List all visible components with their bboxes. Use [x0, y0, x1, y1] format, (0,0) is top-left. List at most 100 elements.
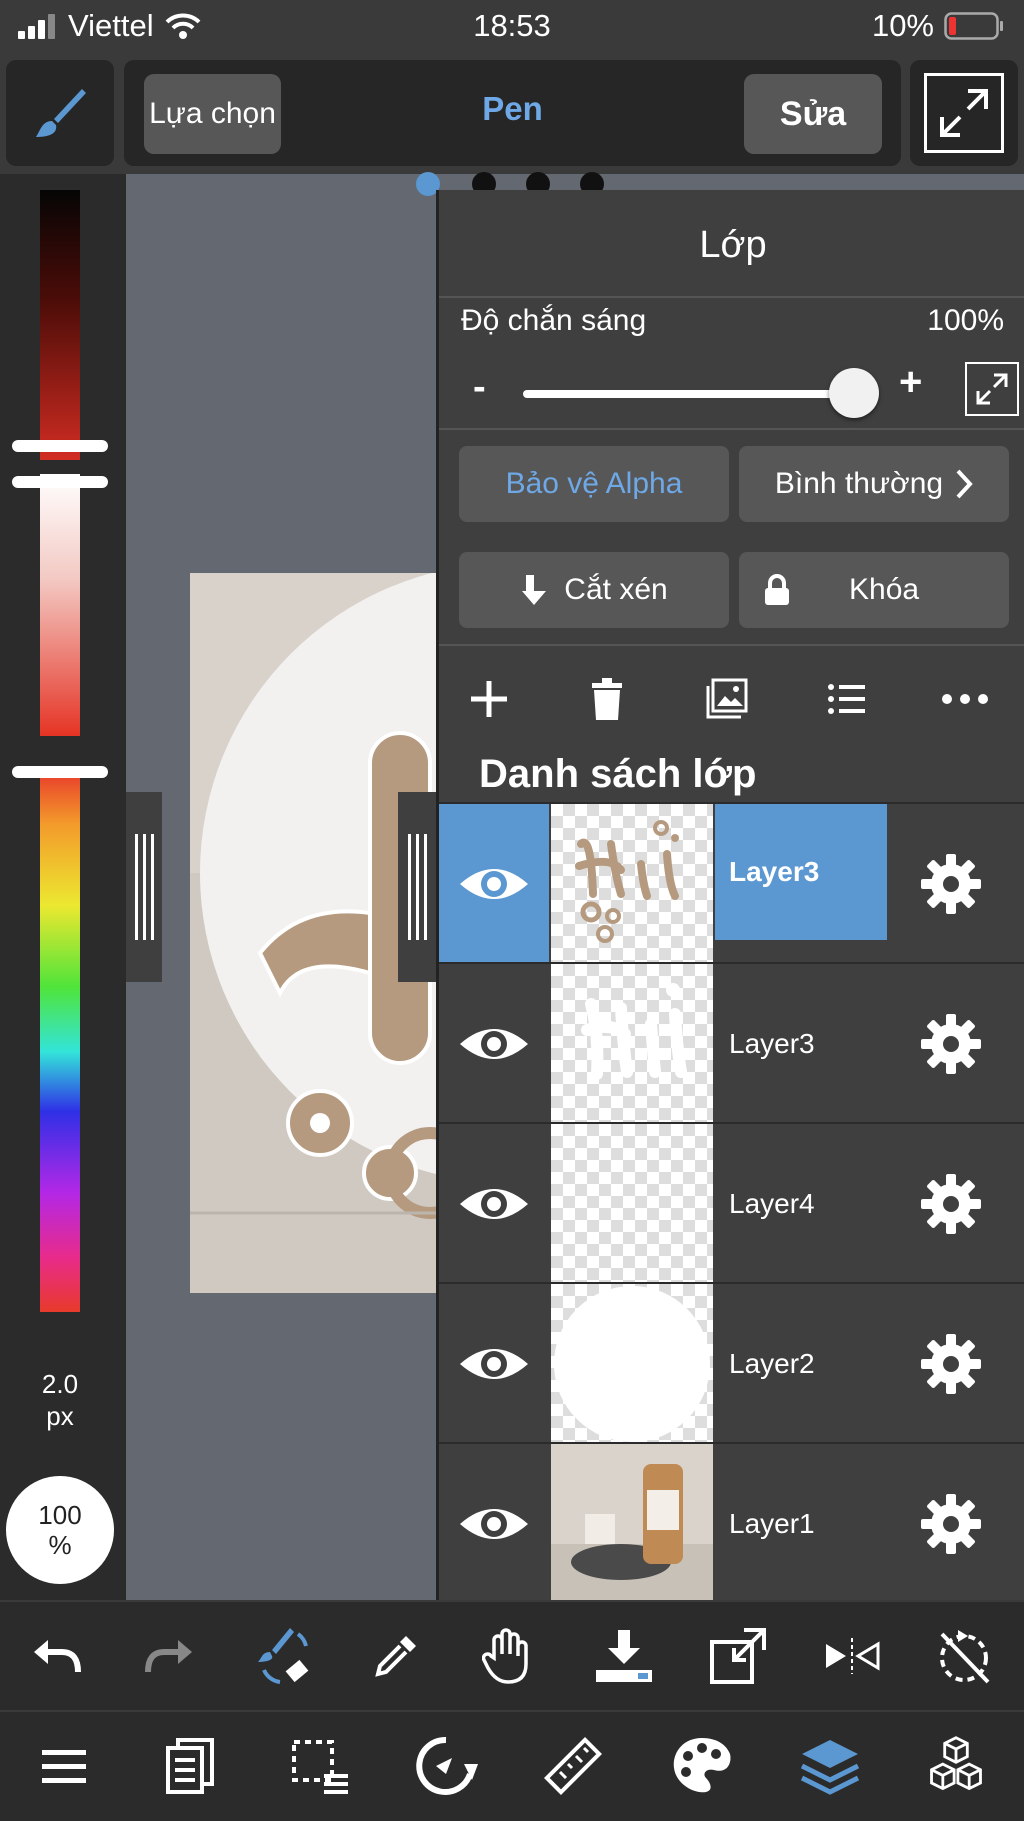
hue-bar-handle[interactable] — [12, 766, 108, 778]
layer-visibility-toggle[interactable] — [439, 1124, 549, 1284]
dark-bar-handle[interactable] — [12, 440, 108, 452]
selection-icon — [292, 1740, 348, 1794]
brush-size-unit: px — [46, 1401, 74, 1431]
redo-icon — [145, 1640, 192, 1673]
transform-button[interactable] — [706, 1624, 770, 1688]
menu-button[interactable] — [32, 1734, 96, 1798]
clipping-button[interactable]: Cắt xén — [459, 552, 729, 628]
rotate-canvas-icon — [416, 1736, 478, 1795]
blend-mode-button[interactable]: Bình thường — [739, 446, 1009, 522]
opacity-slider-track[interactable] — [523, 390, 853, 398]
trash-icon — [592, 678, 622, 720]
divider — [439, 296, 1024, 298]
opacity-slider-thumb[interactable] — [829, 368, 879, 418]
layer-list-title: Danh sách lớp — [479, 752, 757, 796]
add-image-layer-button[interactable] — [697, 674, 757, 724]
layer-visibility-toggle[interactable] — [439, 964, 549, 1124]
add-layer-button[interactable] — [459, 674, 519, 724]
layer-thumbnail — [551, 1444, 713, 1604]
layer-list-menu-button[interactable] — [817, 674, 877, 724]
main-menu-toolbar — [0, 1710, 1024, 1821]
light-bar-handle[interactable] — [12, 476, 108, 488]
hue-bar[interactable] — [40, 770, 80, 1312]
app-root: Viettel 18:53 10% Lựa chọn Pen Sửa 2.0 p… — [0, 0, 1024, 1821]
layer-visibility-toggle[interactable] — [439, 1284, 549, 1444]
delete-layer-button[interactable] — [577, 674, 637, 724]
gear-icon[interactable] — [919, 852, 983, 916]
edit-button[interactable]: Sửa — [744, 74, 882, 154]
layer-visibility-toggle[interactable] — [439, 804, 549, 964]
materials-button[interactable] — [924, 1734, 988, 1798]
layer-name: Layer2 — [729, 1348, 815, 1379]
divider — [439, 644, 1024, 646]
opacity-expand-button[interactable] — [965, 362, 1019, 416]
alpha-protect-button[interactable]: Bảo vệ Alpha — [459, 446, 729, 522]
right-panel-drag-handle[interactable] — [398, 792, 436, 982]
brush-size-readout[interactable]: 2.0 px — [0, 1368, 120, 1432]
ruler-icon — [544, 1737, 602, 1795]
ruler-button[interactable] — [540, 1734, 604, 1798]
lock-button[interactable]: Khóa — [739, 552, 1009, 628]
undo-button[interactable] — [24, 1624, 88, 1688]
eye-icon — [460, 1349, 528, 1379]
rotate-reset-button[interactable] — [932, 1624, 996, 1688]
opacity-value: 100% — [927, 304, 1004, 337]
brush-swap-icon — [258, 1628, 309, 1684]
layer-visibility-toggle[interactable] — [439, 1444, 549, 1604]
eyedropper-button[interactable] — [364, 1624, 428, 1688]
gear-icon[interactable] — [919, 1492, 983, 1556]
layer-row[interactable]: Layer1 — [439, 1442, 1024, 1604]
brush-eraser-toggle-button[interactable] — [250, 1624, 314, 1688]
flip-button[interactable] — [820, 1624, 884, 1688]
brightness-dark-bar[interactable] — [40, 190, 80, 460]
alpha-protect-label: Bảo vệ Alpha — [505, 467, 683, 500]
left-panel-drag-handle[interactable] — [126, 792, 162, 982]
layers-button[interactable] — [798, 1734, 862, 1798]
fullscreen-button[interactable] — [910, 60, 1018, 166]
opacity-increase-button[interactable]: + — [899, 360, 922, 405]
undo-icon — [34, 1640, 81, 1673]
layer-tools-row — [439, 664, 1024, 736]
pages-icon — [166, 1738, 214, 1794]
lock-icon — [765, 574, 789, 605]
status-bar: Viettel 18:53 10% — [0, 0, 1024, 56]
gear-icon[interactable] — [919, 1332, 983, 1396]
layer-thumbnail — [551, 1284, 713, 1444]
layer-row[interactable]: Layer2 — [439, 1282, 1024, 1444]
canvas-rotate-button[interactable] — [414, 1734, 478, 1798]
brush-tool-button[interactable] — [6, 60, 114, 166]
redo-button[interactable] — [138, 1624, 202, 1688]
expand-icon — [924, 73, 1004, 153]
eye-icon — [460, 1029, 528, 1059]
hand-icon — [482, 1628, 528, 1684]
transform-icon — [710, 1628, 766, 1684]
eye-icon — [460, 1189, 528, 1219]
selection-tools-button[interactable] — [288, 1734, 352, 1798]
opacity-decrease-button[interactable]: - — [473, 366, 486, 409]
layer-row[interactable]: Layer3 — [439, 962, 1024, 1124]
hand-tool-button[interactable] — [476, 1624, 540, 1688]
pages-button[interactable] — [158, 1734, 222, 1798]
clock: 18:53 — [473, 8, 551, 43]
layer-row[interactable]: Layer4 — [439, 1122, 1024, 1284]
layer-thumbnail — [551, 804, 713, 964]
eyedropper-icon — [375, 1636, 416, 1677]
brightness-light-bar[interactable] — [40, 474, 80, 736]
brush-opacity-button[interactable]: 100 % — [6, 1476, 114, 1584]
layer-row[interactable]: Layer3 — [439, 802, 1024, 964]
image-icon — [706, 678, 748, 719]
clipping-label: Cắt xén — [564, 573, 668, 606]
cubes-icon — [930, 1736, 982, 1791]
layers-panel: Lớp Độ chắn sáng 100% - + Bảo vệ Alpha B… — [436, 190, 1024, 1604]
rotate-off-icon — [940, 1630, 990, 1684]
save-button[interactable] — [592, 1624, 656, 1688]
palette-icon — [673, 1738, 731, 1793]
color-palette-button[interactable] — [670, 1734, 734, 1798]
opacity-label: Độ chắn sáng — [461, 304, 647, 337]
more-options-button[interactable] — [935, 674, 995, 724]
gear-icon[interactable] — [919, 1012, 983, 1076]
clip-arrow-icon — [522, 575, 547, 605]
hamburger-icon — [42, 1750, 86, 1783]
gear-icon[interactable] — [919, 1172, 983, 1236]
top-toolbar: Lựa chọn Pen Sửa — [0, 56, 1024, 174]
